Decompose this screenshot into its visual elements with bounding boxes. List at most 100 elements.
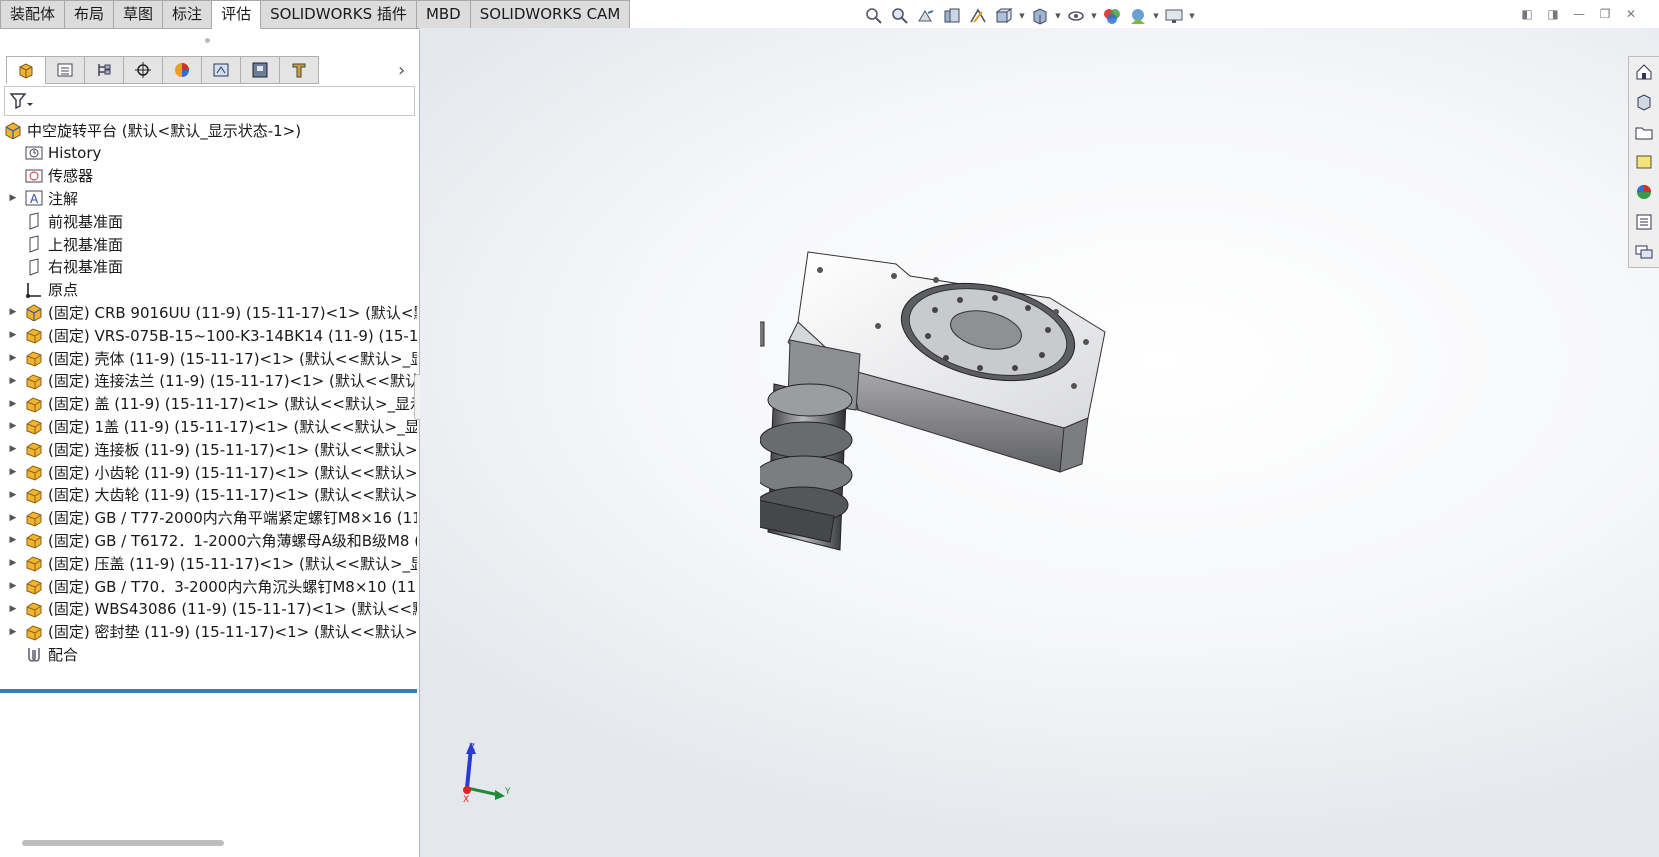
property-manager-tab-icon[interactable] (46, 56, 85, 84)
tile-left-icon[interactable]: ◧ (1519, 6, 1535, 22)
tab-solidworks-cam[interactable]: SOLIDWORKS CAM (470, 0, 631, 29)
file-explorer-icon[interactable] (1629, 117, 1659, 147)
tree-item[interactable]: ▶ (固定) VRS-075B-15~100-K3-14BK14 (11-9) (… (0, 323, 417, 347)
tree-item[interactable]: ▶ (固定) 盖 (11-9) (15-11-17)<1> (默认<<默认>_显示 (0, 392, 417, 416)
tree-item[interactable]: ▶ (固定) GB / T77-2000内六角平端紧定螺钉M8×16 (11 (0, 506, 417, 530)
expand-arrow-icon[interactable]: ▶ (8, 307, 18, 317)
view-palette-icon[interactable] (1629, 147, 1659, 177)
cam-operation-tree-tab-icon[interactable] (241, 56, 280, 84)
expand-arrow-icon[interactable]: ▶ (8, 353, 18, 363)
tree-item[interactable]: ▶ (固定) 连接法兰 (11-9) (15-11-17)<1> (默认<<默认 (0, 369, 417, 393)
feature-manager-tab-icon[interactable] (6, 56, 46, 84)
expand-arrow-icon[interactable]: ▶ (8, 467, 18, 477)
plane-icon (25, 235, 43, 253)
tree-item[interactable]: ▶ (固定) 小齿轮 (11-9) (15-11-17)<1> (默认<<默认>_ (0, 460, 417, 484)
expand-arrow-icon[interactable]: ▶ (8, 193, 18, 203)
tree-item[interactable]: ▶ (固定) CRB 9016UU (11-9) (15-11-17)<1> (默… (0, 300, 417, 324)
tree-item[interactable]: ▶ (固定) 壳体 (11-9) (15-11-17)<1> (默认<<默认>_显 (0, 346, 417, 370)
tree-item[interactable]: 传感器 (0, 164, 417, 188)
edit-appearance-icon[interactable] (1100, 5, 1124, 27)
tree-item[interactable]: ▶ A 注解 (0, 186, 417, 210)
expand-arrow-icon[interactable]: ▶ (8, 558, 18, 568)
expand-arrow-icon[interactable]: ▶ (8, 535, 18, 545)
view-orientation-icon[interactable] (992, 5, 1016, 27)
design-library-icon[interactable] (1629, 87, 1659, 117)
view-settings-icon[interactable] (1162, 5, 1186, 27)
part-icon (25, 577, 43, 595)
panel-grip[interactable] (205, 38, 210, 43)
close-icon[interactable]: ✕ (1623, 6, 1639, 22)
chevron-down-icon[interactable]: ▼ (1018, 12, 1026, 20)
history-folder-icon (25, 144, 43, 162)
forum-icon[interactable] (1629, 237, 1659, 267)
chevron-down-icon[interactable]: ▼ (1188, 12, 1196, 20)
cam-feature-tree-tab-icon[interactable] (202, 56, 241, 84)
chevron-down-icon[interactable]: ▼ (1090, 12, 1098, 20)
coordinate-triad: Z Y X (463, 742, 511, 805)
tree-item[interactable]: 原点 (0, 278, 417, 302)
zoom-to-fit-icon[interactable] (862, 5, 886, 27)
tab-solidworks-addins[interactable]: SOLIDWORKS 插件 (261, 0, 417, 29)
tab-layout[interactable]: 布局 (65, 0, 115, 29)
tree-item[interactable]: 右视基准面 (0, 255, 417, 279)
previous-view-icon[interactable] (914, 5, 938, 27)
expand-arrow-icon[interactable]: ▶ (8, 421, 18, 431)
tree-item-label: (固定) 连接板 (11-9) (15-11-17)<1> (默认<<默认>_ (48, 440, 417, 459)
expand-arrow-icon[interactable]: ▶ (8, 330, 18, 340)
tree-item[interactable]: ▶ (固定) GB / T6172．1-2000六角薄螺母A级和B级M8 ( (0, 528, 417, 552)
sensors-folder-icon (25, 167, 43, 185)
restore-icon[interactable]: ❐ (1597, 6, 1613, 22)
display-manager-tab-icon[interactable] (163, 56, 202, 84)
tree-item[interactable]: ▶ (固定) WBS43086 (11-9) (15-11-17)<1> (默认<… (0, 597, 417, 621)
display-style-icon[interactable] (1028, 5, 1052, 27)
tree-item[interactable]: ▶ (固定) 1盖 (11-9) (15-11-17)<1> (默认<<默认>_显… (0, 414, 417, 438)
tree-filter-box[interactable] (4, 86, 415, 116)
expand-arrow-icon[interactable]: ▶ (8, 513, 18, 523)
tree-item[interactable]: 前视基准面 (0, 209, 417, 233)
hide-show-items-icon[interactable] (1064, 5, 1088, 27)
configuration-manager-tab-icon[interactable] (85, 56, 124, 84)
dimxpert-tab-icon[interactable] (124, 56, 163, 84)
chevron-right-icon[interactable]: › (398, 60, 405, 81)
tile-right-icon[interactable]: ◨ (1545, 6, 1561, 22)
tab-markup[interactable]: 标注 (163, 0, 213, 29)
expand-arrow-icon[interactable]: ▶ (8, 399, 18, 409)
expand-arrow-icon[interactable]: ▶ (8, 444, 18, 454)
chevron-down-icon[interactable]: ▼ (1054, 12, 1062, 20)
tree-item[interactable]: ▶ (固定) 压盖 (11-9) (15-11-17)<1> (默认<<默认>_显 (0, 551, 417, 575)
tree-item[interactable]: ▶ (固定) 大齿轮 (11-9) (15-11-17)<1> (默认<<默认>_ (0, 483, 417, 507)
tree-item[interactable]: 配合 (0, 642, 417, 666)
hollow-rotary-platform-model[interactable] (760, 250, 1180, 580)
triad-z-label: X (463, 795, 469, 805)
tree-end-marker[interactable] (0, 689, 417, 693)
apply-scene-icon[interactable] (1126, 5, 1150, 27)
tree-item-label: (固定) 压盖 (11-9) (15-11-17)<1> (默认<<默认>_显 (48, 554, 417, 573)
section-view-icon[interactable] (940, 5, 964, 27)
minimize-icon[interactable]: — (1571, 6, 1587, 22)
home-icon[interactable] (1629, 57, 1659, 87)
expand-arrow-icon[interactable]: ▶ (8, 581, 18, 591)
tab-sketch[interactable]: 草图 (114, 0, 164, 29)
tab-assembly[interactable]: 装配体 (0, 0, 66, 29)
expand-arrow-icon[interactable]: ▶ (8, 490, 18, 500)
filter-icon[interactable] (9, 92, 33, 110)
custom-properties-icon[interactable] (1629, 207, 1659, 237)
zoom-to-area-icon[interactable] (888, 5, 912, 27)
tab-evaluate[interactable]: 评估 (212, 0, 262, 29)
tree-item[interactable]: 上视基准面 (0, 232, 417, 256)
tree-item[interactable]: ▶ (固定) 密封垫 (11-9) (15-11-17)<1> (默认<<默认>_ (0, 620, 417, 644)
chevron-down-icon[interactable]: ▼ (1152, 12, 1160, 20)
dynamic-annotation-icon[interactable] (966, 5, 990, 27)
tree-item[interactable]: ▶ (固定) GB / T70．3-2000内六角沉头螺钉M8×10 (11- (0, 574, 417, 598)
expand-arrow-icon[interactable]: ▶ (8, 604, 18, 614)
expand-arrow-icon[interactable]: ▶ (8, 376, 18, 386)
tree-item[interactable]: ▶ (固定) 连接板 (11-9) (15-11-17)<1> (默认<<默认>_ (0, 437, 417, 461)
cam-tool-tree-tab-icon[interactable] (280, 56, 319, 84)
horizontal-scrollbar[interactable] (22, 840, 224, 846)
expand-arrow-icon[interactable]: ▶ (8, 627, 18, 637)
tree-item-label: (固定) 大齿轮 (11-9) (15-11-17)<1> (默认<<默认>_ (48, 486, 417, 505)
tree-item[interactable]: History (0, 141, 417, 165)
tab-mbd[interactable]: MBD (416, 0, 471, 29)
appearances-icon[interactable] (1629, 177, 1659, 207)
tree-root[interactable]: 中空旋转平台 (默认<默认_显示状态-1>) (0, 118, 417, 142)
